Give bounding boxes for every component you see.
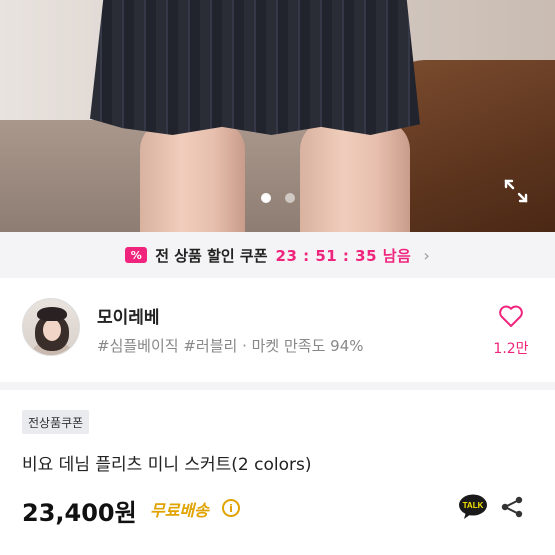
coupon-banner[interactable]: % 전 상품 할인 쿠폰 23 : 51 : 35 남음 › [0, 232, 555, 278]
coupon-timer: 23 : 51 : 35 남음 [275, 246, 412, 265]
avatar-face [43, 319, 61, 341]
section-divider [0, 382, 555, 390]
shop-info[interactable]: 모이레베 #심플베이직 #러블리 · 마켓 만족도 94% 1.2만 [0, 290, 555, 370]
gallery-dot-1[interactable] [260, 193, 271, 203]
photo-leg-right [300, 120, 410, 232]
talk-label: TALK [463, 501, 484, 510]
photo-leg-left [140, 120, 245, 232]
shop-avatar[interactable] [22, 298, 80, 356]
chevron-right-icon: › [423, 245, 430, 265]
free-shipping-label: 무료배송 [150, 501, 209, 520]
gallery-dot-2[interactable] [284, 193, 295, 203]
product-title: 비요 데님 플리츠 미니 스커트(2 colors) [22, 455, 312, 475]
like-count: 1.2만 [493, 341, 529, 357]
product-image[interactable] [0, 0, 555, 232]
coupon-badge: 전상품쿠폰 [22, 410, 90, 434]
info-icon[interactable]: i [222, 499, 240, 517]
heart-icon [499, 305, 523, 327]
share-icon[interactable] [500, 495, 524, 519]
shop-name[interactable]: 모이레베 [97, 303, 160, 328]
product-price: 23,400원 [22, 499, 137, 527]
like-button[interactable]: 1.2만 [491, 304, 531, 358]
coupon-text: 전 상품 할인 쿠폰 [155, 246, 268, 265]
coupon-icon: % [125, 247, 148, 263]
gallery-pagination [0, 193, 555, 203]
kakao-talk-icon[interactable]: TALK [458, 494, 488, 520]
expand-icon[interactable] [503, 178, 529, 204]
photo-skirt [90, 0, 420, 135]
avatar-hat [37, 307, 67, 321]
shop-tags: #심플베이직 #러블리 · 마켓 만족도 94% [97, 337, 364, 355]
